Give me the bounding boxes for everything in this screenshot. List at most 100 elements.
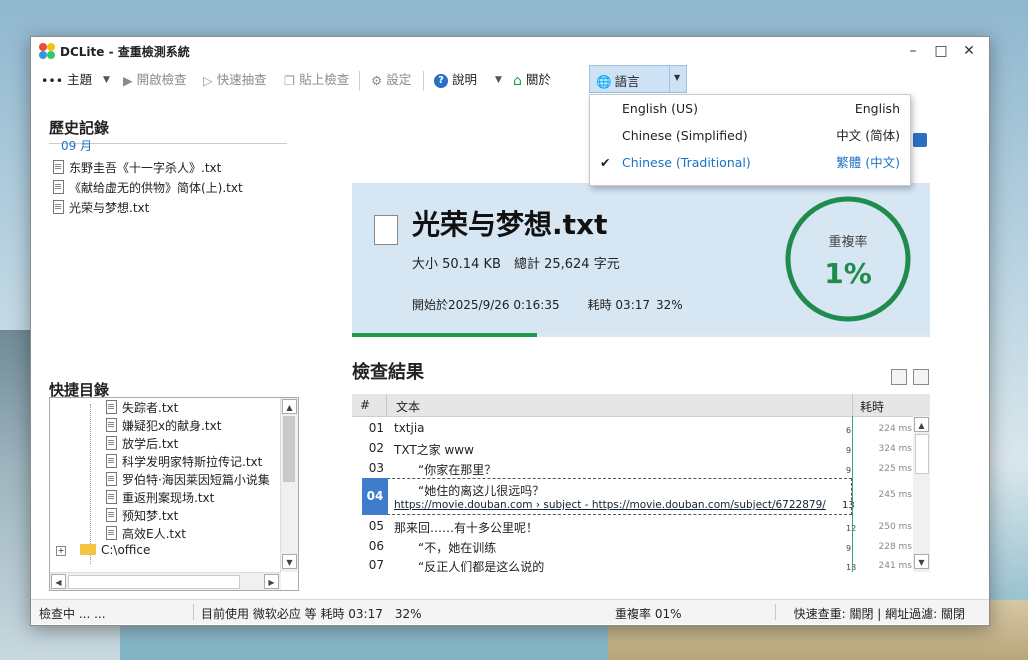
scroll-thumb[interactable] bbox=[68, 575, 240, 589]
text-file-icon bbox=[106, 490, 117, 504]
about-button[interactable]: ⌂ 關於 bbox=[513, 70, 551, 90]
scroll-down-icon[interactable]: ▼ bbox=[914, 554, 929, 569]
help-dropdown-icon[interactable]: ▼ bbox=[495, 70, 502, 90]
status-state: 檢查中 ... ... bbox=[39, 607, 106, 621]
export-icon[interactable] bbox=[891, 369, 907, 385]
column-header-number[interactable]: # bbox=[360, 398, 370, 412]
tree-folder-item[interactable]: + C:\office bbox=[56, 543, 150, 557]
language-button-content: 🌐 語言 bbox=[596, 71, 640, 90]
table-row[interactable]: 03 “你家在那里？ 9 225 ms bbox=[352, 458, 912, 478]
language-option-en-us[interactable]: English (US) English bbox=[590, 96, 910, 122]
table-row[interactable]: 07 “反正人们都是这么说的 13 241 ms bbox=[352, 555, 912, 572]
toolbar-divider bbox=[423, 71, 424, 91]
language-option-native: 中文 (简体) bbox=[836, 128, 900, 143]
history-item[interactable]: 光荣与梦想.txt bbox=[53, 199, 149, 216]
more-dots-icon: ••• bbox=[41, 72, 64, 88]
copy-icon[interactable] bbox=[913, 369, 929, 385]
paste-check-button[interactable]: ❐ 貼上檢查 bbox=[284, 70, 349, 90]
language-menu: English (US) English Chinese (Simplified… bbox=[589, 94, 911, 186]
paste-icon: ❐ bbox=[284, 72, 296, 88]
results-vertical-scrollbar[interactable]: ▲ ▼ bbox=[913, 416, 930, 572]
language-split-divider bbox=[669, 66, 670, 92]
text-file-icon bbox=[106, 472, 117, 486]
language-option-zh-simplified[interactable]: Chinese (Simplified) 中文 (简体) bbox=[590, 123, 910, 149]
progress-bar-fill bbox=[352, 333, 537, 337]
tree-file-label: 放学后.txt bbox=[122, 437, 179, 451]
theme-menu[interactable]: ••• 主題 bbox=[41, 70, 92, 90]
scroll-left-icon[interactable]: ◀ bbox=[51, 574, 66, 589]
table-row[interactable]: 05 那来回……有十多公里呢！ 12 250 ms bbox=[352, 516, 912, 536]
close-button[interactable]: ✕ bbox=[955, 41, 983, 61]
tree-file-item[interactable]: 科学发明家特斯拉传记.txt bbox=[106, 453, 262, 470]
tree-file-label: 失踪者.txt bbox=[122, 401, 179, 415]
row-number: 01 bbox=[368, 421, 384, 435]
history-item[interactable]: 东野圭吾《十一字杀人》.txt bbox=[53, 159, 221, 176]
text-file-icon bbox=[106, 454, 117, 468]
table-row[interactable]: 02 TXT之家 www 9 324 ms bbox=[352, 438, 912, 458]
app-logo-icon bbox=[39, 43, 55, 59]
expand-icon[interactable]: + bbox=[56, 546, 66, 556]
open-check-button[interactable]: ▶ 開啟檢查 bbox=[123, 70, 187, 90]
tree-connector bbox=[90, 404, 91, 564]
tree-file-item[interactable]: 预知梦.txt bbox=[106, 507, 178, 524]
store-icon[interactable] bbox=[913, 133, 927, 147]
row-text: “不，她在训练 bbox=[394, 541, 497, 555]
tree-file-item[interactable]: 罗伯特·海因莱因短篇小说集 bbox=[106, 471, 270, 488]
folder-icon bbox=[80, 544, 96, 555]
current-file-size: 大小 50.14 KB 總計 25,624 字元 bbox=[412, 253, 620, 272]
theme-dropdown-icon[interactable]: ▼ bbox=[103, 70, 110, 90]
scroll-thumb[interactable] bbox=[283, 416, 295, 482]
start-time-label: 開始於2025/9/26 0:16:35 bbox=[412, 298, 560, 312]
settings-button[interactable]: ⚙ 設定 bbox=[371, 70, 411, 90]
row-side-count: 9 bbox=[846, 446, 852, 455]
row-text: TXT之家 www bbox=[394, 443, 474, 457]
play-icon: ▶ bbox=[123, 72, 133, 88]
row-time: 241 ms bbox=[878, 561, 913, 571]
scroll-up-icon[interactable]: ▲ bbox=[914, 417, 929, 432]
settings-label: 設定 bbox=[386, 72, 412, 87]
quick-dir-tree: 失踪者.txt 嫌疑犯x的献身.txt 放学后.txt 科学发明家特斯拉传记.t… bbox=[49, 397, 299, 591]
tree-file-item[interactable]: 重返刑案现场.txt bbox=[106, 489, 214, 506]
text-file-icon bbox=[106, 526, 117, 540]
table-row[interactable]: 01 txtjia 6 224 ms bbox=[352, 418, 912, 438]
help-button[interactable]: ? 說明 bbox=[434, 70, 477, 90]
tree-file-item[interactable]: 嫌疑犯x的献身.txt bbox=[106, 417, 221, 434]
current-file-card: 光荣与梦想.txt 大小 50.14 KB 總計 25,624 字元 開始於20… bbox=[352, 183, 930, 333]
column-header-text[interactable]: 文本 bbox=[396, 398, 420, 415]
tree-file-item[interactable]: 高效E人.txt bbox=[106, 525, 186, 542]
row-time: 228 ms bbox=[878, 542, 913, 552]
table-row[interactable]: 06 “不，她在训练 9 228 ms bbox=[352, 536, 912, 556]
results-title: 檢查結果 bbox=[352, 362, 424, 383]
text-file-icon bbox=[106, 418, 117, 432]
source-link[interactable]: https://movie.douban.com › subject - htt… bbox=[394, 499, 826, 511]
language-option-name: Chinese (Simplified) bbox=[622, 128, 748, 143]
row-text: “反正人们都是这么说的 bbox=[394, 560, 545, 572]
quick-check-button[interactable]: ▷ 快速抽查 bbox=[203, 70, 267, 90]
tree-vertical-scrollbar[interactable]: ▲ ▼ bbox=[280, 398, 298, 572]
progress-percent-label: 32% bbox=[656, 298, 683, 312]
scroll-thumb[interactable] bbox=[915, 434, 929, 474]
tree-file-item[interactable]: 失踪者.txt bbox=[106, 399, 178, 416]
language-option-zh-traditional[interactable]: ✔ Chinese (Traditional) 繁體 (中文) bbox=[590, 150, 910, 176]
window-title: DCLite - 查重檢測系統 bbox=[60, 45, 190, 59]
language-label: 語言 bbox=[614, 74, 640, 89]
history-title: 歷史記錄 bbox=[49, 119, 110, 137]
history-item[interactable]: 《献给虚无的供物》简体(上).txt bbox=[53, 179, 243, 196]
tree-file-item[interactable]: 放学后.txt bbox=[106, 435, 178, 452]
status-flags: 快速查重: 關閉 | 網址過濾: 關閉 bbox=[793, 607, 965, 621]
tree-horizontal-scrollbar[interactable]: ◀ ▶ bbox=[50, 572, 281, 590]
scroll-up-icon[interactable]: ▲ bbox=[282, 399, 297, 414]
scroll-right-icon[interactable]: ▶ bbox=[264, 574, 279, 589]
minimize-button[interactable]: – bbox=[899, 41, 927, 61]
row-number: 06 bbox=[368, 539, 384, 553]
language-button[interactable]: 🌐 語言 ▼ bbox=[589, 65, 687, 93]
row-number: 03 bbox=[368, 461, 384, 475]
row-time: 225 ms bbox=[878, 464, 913, 474]
text-file-icon bbox=[106, 508, 117, 522]
language-dropdown-icon[interactable]: ▼ bbox=[674, 73, 680, 82]
maximize-button[interactable]: □ bbox=[927, 41, 955, 61]
tree-file-label: 重返刑案现场.txt bbox=[122, 491, 215, 505]
column-header-time[interactable]: 耗時 bbox=[860, 398, 884, 415]
scroll-down-icon[interactable]: ▼ bbox=[282, 554, 297, 569]
about-label: 關於 bbox=[525, 72, 551, 87]
